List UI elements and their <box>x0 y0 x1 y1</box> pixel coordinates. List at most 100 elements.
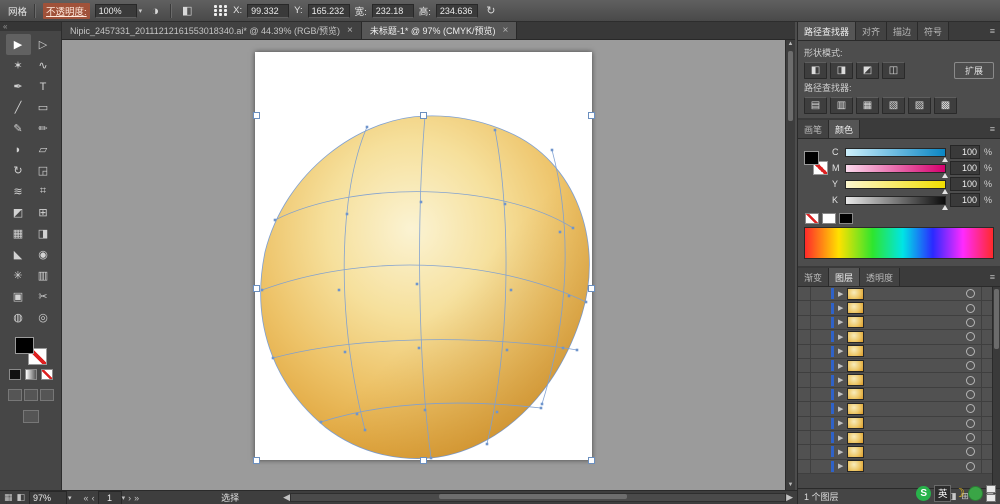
mesh-tool[interactable]: ▦ <box>6 223 31 244</box>
status-grid-icon[interactable]: ▦ <box>4 492 13 503</box>
chevron-down-icon[interactable]: ▾ <box>68 494 72 502</box>
pencil-tool[interactable]: ✏ <box>31 118 56 139</box>
line-segment-tool[interactable]: ╱ <box>6 97 31 118</box>
zoom-input[interactable] <box>29 490 68 504</box>
target-circle[interactable] <box>966 303 975 313</box>
expand-arrow-icon[interactable]: ▶ <box>838 448 843 456</box>
lasso-tool[interactable]: ∿ <box>31 55 56 76</box>
layers-scrollbar[interactable] <box>992 287 1000 488</box>
unite-icon[interactable]: ◧ <box>804 62 827 79</box>
layer-thumbnail[interactable] <box>847 417 865 430</box>
slider-track-K[interactable] <box>845 195 948 210</box>
scroll-right-icon[interactable]: ▶ <box>786 492 793 503</box>
scrollbar-thumb[interactable] <box>439 494 627 499</box>
selection-handle[interactable] <box>420 112 427 119</box>
draw-inside-button[interactable] <box>39 389 54 401</box>
selection-cell[interactable] <box>981 301 992 315</box>
slider-track-Y[interactable] <box>845 179 948 194</box>
selection-cell[interactable] <box>981 402 992 416</box>
ime-language-toggle[interactable]: 英 <box>934 484 952 502</box>
slider-pointer[interactable] <box>942 188 948 194</box>
expand-arrow-icon[interactable]: ▶ <box>838 419 843 427</box>
slider-pointer[interactable] <box>942 156 948 162</box>
layer-row[interactable]: ▶ <box>798 430 992 446</box>
exclude-icon[interactable]: ◫ <box>882 62 905 79</box>
chevron-down-icon[interactable]: ▾ <box>122 494 126 502</box>
previous-artboard-icon[interactable]: ‹ <box>92 493 95 503</box>
layer-thumbnail[interactable] <box>847 445 865 458</box>
layer-row[interactable]: ▶ <box>798 344 992 359</box>
visibility-toggle[interactable] <box>798 301 811 315</box>
scroll-down-icon[interactable]: ▼ <box>788 481 794 490</box>
expand-arrow-icon[interactable]: ▶ <box>838 304 843 312</box>
white-swatch[interactable] <box>822 213 836 224</box>
canvas-vertical-scrollbar[interactable]: ▲ ▼ <box>785 40 795 490</box>
transform-icon[interactable]: ↻ <box>483 3 499 18</box>
selection-tool[interactable]: ▶ <box>5 34 31 55</box>
layer-thumbnail[interactable] <box>847 359 865 372</box>
width-tool[interactable]: ≋ <box>6 181 31 202</box>
scrollbar-thumb[interactable] <box>994 289 999 349</box>
channel-value-Y[interactable]: 100 <box>950 177 980 191</box>
eraser-tool[interactable]: ▱ <box>31 139 56 160</box>
expand-arrow-icon[interactable]: ▶ <box>838 390 843 398</box>
canvas-horizontal-scrollbar[interactable]: ◀ ▶ <box>283 492 793 503</box>
gradient-tool[interactable]: ◨ <box>31 223 56 244</box>
crop-icon[interactable]: ▧ <box>882 97 905 114</box>
x-input[interactable] <box>247 3 290 18</box>
target-circle[interactable] <box>966 447 975 457</box>
selection-cell[interactable] <box>981 373 992 387</box>
screen-mode-button[interactable] <box>22 410 39 423</box>
rotate-tool[interactable]: ↻ <box>6 160 31 181</box>
merge-icon[interactable]: ▦ <box>856 97 879 114</box>
layer-thumbnail[interactable] <box>847 302 865 315</box>
layer-thumbnail[interactable] <box>847 431 865 444</box>
target-circle[interactable] <box>966 418 975 428</box>
expand-arrow-icon[interactable]: ▶ <box>838 376 843 384</box>
selection-handle[interactable] <box>420 457 427 464</box>
scroll-left-icon[interactable]: ◀ <box>283 492 290 503</box>
visibility-toggle[interactable] <box>798 445 811 459</box>
expand-arrow-icon[interactable]: ▶ <box>838 405 843 413</box>
doc-tab[interactable]: 未标题-1* @ 97% (CMYK/预览) × <box>361 22 518 39</box>
chevron-down-icon[interactable]: ▾ <box>139 7 143 15</box>
selection-handle[interactable] <box>588 112 595 119</box>
scrollbar-thumb[interactable] <box>788 51 793 121</box>
rectangle-tool[interactable]: ▭ <box>31 97 56 118</box>
collapse-icon[interactable]: « <box>3 22 7 31</box>
target-circle[interactable] <box>966 404 975 414</box>
tab-颜色[interactable]: 颜色 <box>829 120 861 138</box>
ime-extra-icons[interactable] <box>986 484 996 502</box>
selection-handle[interactable] <box>588 285 595 292</box>
selection-cell[interactable] <box>981 358 992 373</box>
ime-status-icon[interactable] <box>968 485 983 501</box>
zoom-tool[interactable]: ◎ <box>31 307 56 328</box>
layer-row[interactable]: ▶ <box>798 287 992 302</box>
tab-画笔[interactable]: 画笔 <box>798 120 830 138</box>
expand-button[interactable]: 扩展 <box>953 62 994 79</box>
layer-thumbnail[interactable] <box>847 374 865 387</box>
slice-tool[interactable]: ✂ <box>31 286 56 307</box>
selection-handle[interactable] <box>253 457 260 464</box>
target-circle[interactable] <box>966 461 975 471</box>
reference-point-locator[interactable] <box>214 5 228 16</box>
artboard-tool[interactable]: ▣ <box>6 286 31 307</box>
target-circle[interactable] <box>966 375 975 385</box>
panel-menu-icon[interactable]: ≡ <box>985 22 1000 40</box>
expand-arrow-icon[interactable]: ▶ <box>838 462 843 470</box>
outline-icon[interactable]: ▨ <box>908 97 931 114</box>
visibility-toggle[interactable] <box>798 387 811 402</box>
visibility-toggle[interactable] <box>798 373 811 387</box>
tab-路径查找器[interactable]: 路径查找器 <box>798 22 857 40</box>
recolor-artwork-icon[interactable]: ◑ <box>147 3 163 18</box>
visibility-toggle[interactable] <box>798 315 811 330</box>
layer-row[interactable]: ▶ <box>798 301 992 316</box>
width-input[interactable] <box>371 3 414 18</box>
layer-thumbnail[interactable] <box>847 402 865 415</box>
intersect-icon[interactable]: ◩ <box>856 62 879 79</box>
panel-menu-icon[interactable]: ≡ <box>985 268 1000 286</box>
visibility-toggle[interactable] <box>798 402 811 416</box>
layer-thumbnail[interactable] <box>847 287 865 300</box>
color-button[interactable] <box>8 369 21 380</box>
scroll-up-icon[interactable]: ▲ <box>788 40 794 49</box>
